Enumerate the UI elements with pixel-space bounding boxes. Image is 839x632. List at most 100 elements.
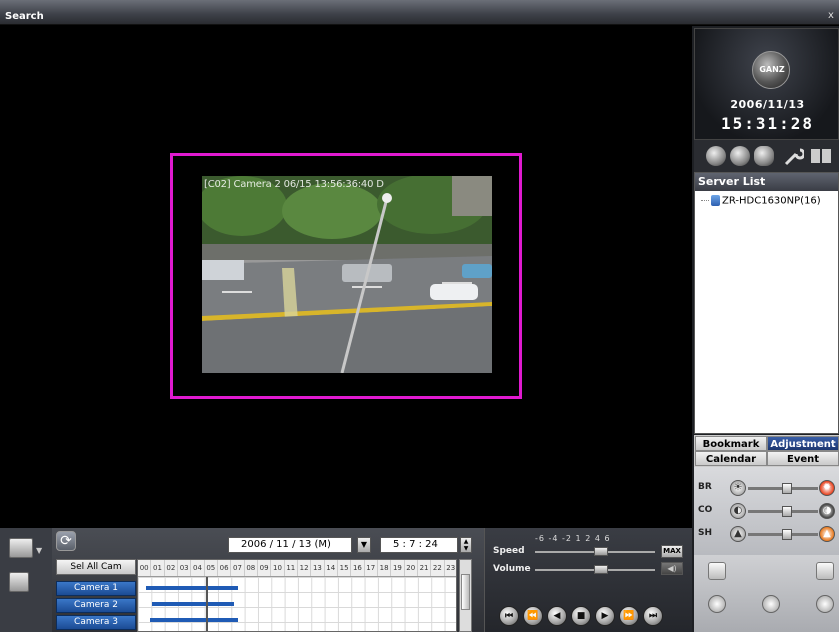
timeline-hour-label: 02 xyxy=(165,560,178,576)
brightness-increase-icon[interactable]: ✹ xyxy=(819,480,835,496)
play-icon[interactable]: ▶ xyxy=(595,606,615,626)
timeline-scroll-thumb[interactable] xyxy=(461,574,470,610)
timeline-hour-label: 14 xyxy=(325,560,338,576)
contrast-row: CO ◐ ◑ xyxy=(698,502,838,520)
speed-scale: -6 -4 -2 1 2 4 6 xyxy=(535,534,611,543)
recording-segment-camera-2[interactable] xyxy=(152,602,234,606)
recording-segment-camera-3[interactable] xyxy=(150,618,238,622)
max-speed-button[interactable]: MAX xyxy=(661,545,683,558)
search-mode-icon[interactable] xyxy=(706,146,726,166)
contrast-decrease-icon[interactable]: ◐ xyxy=(730,503,746,519)
clock-panel: GANZ 2006/11/13 15:31:28 xyxy=(694,28,839,140)
camera-button-2[interactable]: Camera 2 xyxy=(56,598,136,613)
date-dropdown-icon[interactable]: ▼ xyxy=(357,537,371,553)
camera-feed-image xyxy=(202,176,492,373)
recording-timeline[interactable]: 00 01 02 03 04 05 06 07 08 09 10 11 12 13 14 15 16 17 18 19… xyxy=(137,559,457,632)
timeline-hour-label: 20 xyxy=(405,560,418,576)
timeline-hour-label: 10 xyxy=(271,560,285,576)
right-panel: GANZ 2006/11/13 15:31:28 Server List ZR-… xyxy=(692,26,839,632)
speed-thumb[interactable] xyxy=(594,547,608,556)
timeline-hour-label: 07 xyxy=(231,560,245,576)
prev-frame-icon[interactable]: ⏪ xyxy=(523,606,543,626)
search-window: Search x [C02] Camera 2 06/15 13:56:36:4… xyxy=(0,0,839,632)
timeline-hour-label: 19 xyxy=(391,560,405,576)
screen-layout-icon[interactable] xyxy=(9,538,33,558)
contrast-increase-icon[interactable]: ◑ xyxy=(819,503,835,519)
storage-icon[interactable] xyxy=(754,146,774,166)
video-display[interactable]: [C02] Camera 2 06/15 13:56:36:40 D xyxy=(0,26,692,528)
sharpness-row: SH ▲ ▲ xyxy=(698,525,838,543)
timeline-hours: 00 01 02 03 04 05 06 07 08 09 10 11 12 13 14 15 16 17 18 19… xyxy=(138,560,456,577)
view-tools xyxy=(694,555,839,632)
volume-thumb[interactable] xyxy=(594,565,608,574)
first-frame-icon[interactable]: ⏮ xyxy=(499,606,519,626)
next-frame-icon[interactable]: ⏩ xyxy=(619,606,639,626)
refresh-icon[interactable]: ⟳ xyxy=(56,531,76,551)
server-item[interactable]: ZR-HDC1630NP(16) xyxy=(701,195,821,207)
sharpness-thumb[interactable] xyxy=(781,529,792,540)
tab-calendar[interactable]: Calendar xyxy=(695,451,767,466)
mute-icon[interactable]: ◀) xyxy=(661,562,683,575)
title-bar: Search x xyxy=(0,0,839,25)
brightness-decrease-icon[interactable]: ☀ xyxy=(730,480,746,496)
last-frame-icon[interactable]: ⏭ xyxy=(643,606,663,626)
snapshot-icon[interactable] xyxy=(708,562,726,580)
wrench-icon[interactable] xyxy=(782,146,804,168)
camera-feed[interactable]: [C02] Camera 2 06/15 13:56:36:40 D xyxy=(202,176,492,373)
timeline-hour-label: 04 xyxy=(191,560,205,576)
tab-bookmark[interactable]: Bookmark xyxy=(695,436,767,451)
brightness-row: BR ☀ ✹ xyxy=(698,479,838,497)
timeline-hour-label: 21 xyxy=(418,560,432,576)
contrast-thumb[interactable] xyxy=(781,506,792,517)
monitor-icon[interactable] xyxy=(810,146,834,166)
timeline-hour-label: 03 xyxy=(178,560,192,576)
time-spinner-icon[interactable]: ▲ ▼ xyxy=(460,537,472,553)
timeline-cursor[interactable] xyxy=(206,577,208,631)
select-all-cameras-button[interactable]: Sel All Cam xyxy=(56,559,136,575)
zoom-out-icon[interactable] xyxy=(762,595,780,613)
camera-button-1[interactable]: Camera 1 xyxy=(56,581,136,596)
timeline-hour-label: 13 xyxy=(311,560,325,576)
sharpness-decrease-icon[interactable]: ▲ xyxy=(730,526,746,542)
tree-branch xyxy=(701,200,709,201)
globe-icon[interactable] xyxy=(730,146,750,166)
timeline-hour-label: 11 xyxy=(285,560,298,576)
timeline-scrollbar[interactable] xyxy=(459,559,472,632)
tab-adjustment[interactable]: Adjustment xyxy=(767,436,839,451)
server-list-header: Server List xyxy=(695,173,838,191)
layout-icon[interactable] xyxy=(816,562,834,580)
close-icon[interactable]: x xyxy=(825,10,837,22)
stop-icon[interactable]: ■ xyxy=(571,606,591,626)
printer-icon[interactable] xyxy=(9,572,29,592)
zoom-in-icon[interactable] xyxy=(708,595,726,613)
timeline-hour-label: 17 xyxy=(365,560,378,576)
time-field[interactable]: 5 : 7 : 24 xyxy=(380,537,458,553)
current-date: 2006/11/13 xyxy=(730,98,805,111)
speed-label: Speed xyxy=(493,546,525,556)
panel-tabs: Bookmark Adjustment Calendar Event xyxy=(694,435,839,467)
reverse-play-icon[interactable]: ◀ xyxy=(547,606,567,626)
date-field[interactable]: 2006 / 11 / 13 (M) xyxy=(228,537,352,553)
tab-event[interactable]: Event xyxy=(767,451,839,466)
camera-osd-text: [C02] Camera 2 06/15 13:56:36:40 D xyxy=(204,179,384,190)
window-title: Search xyxy=(5,11,44,22)
brightness-label: BR xyxy=(698,482,712,492)
timeline-hour-label: 01 xyxy=(151,560,165,576)
search-controls-panel: ▼ ⟳ 2006 / 11 / 13 (M) ▼ 5 : 7 : 24 ▲ ▼ S… xyxy=(0,528,692,632)
brightness-thumb[interactable] xyxy=(781,483,792,494)
sharpness-label: SH xyxy=(698,528,713,538)
hand-icon[interactable] xyxy=(816,595,834,613)
mode-toolbar xyxy=(694,140,839,172)
camera-button-3[interactable]: Camera 3 xyxy=(56,615,136,630)
timeline-hour-label: 16 xyxy=(351,560,365,576)
server-item-label: ZR-HDC1630NP(16) xyxy=(722,195,821,207)
sharpness-increase-icon[interactable]: ▲ xyxy=(819,526,835,542)
timeline-hour-label: 00 xyxy=(138,560,152,576)
timeline-hour-label: 09 xyxy=(258,560,272,576)
recording-segment-camera-1[interactable] xyxy=(146,586,238,590)
chevron-down-icon[interactable]: ▼ xyxy=(36,546,42,555)
timeline-hour-label: 08 xyxy=(245,560,258,576)
timeline-hour-label: 12 xyxy=(298,560,312,576)
adjustment-panel: BR ☀ ✹ CO ◐ ◑ SH ▲ ▲ xyxy=(694,467,839,555)
timeline-hour-label: 18 xyxy=(378,560,392,576)
